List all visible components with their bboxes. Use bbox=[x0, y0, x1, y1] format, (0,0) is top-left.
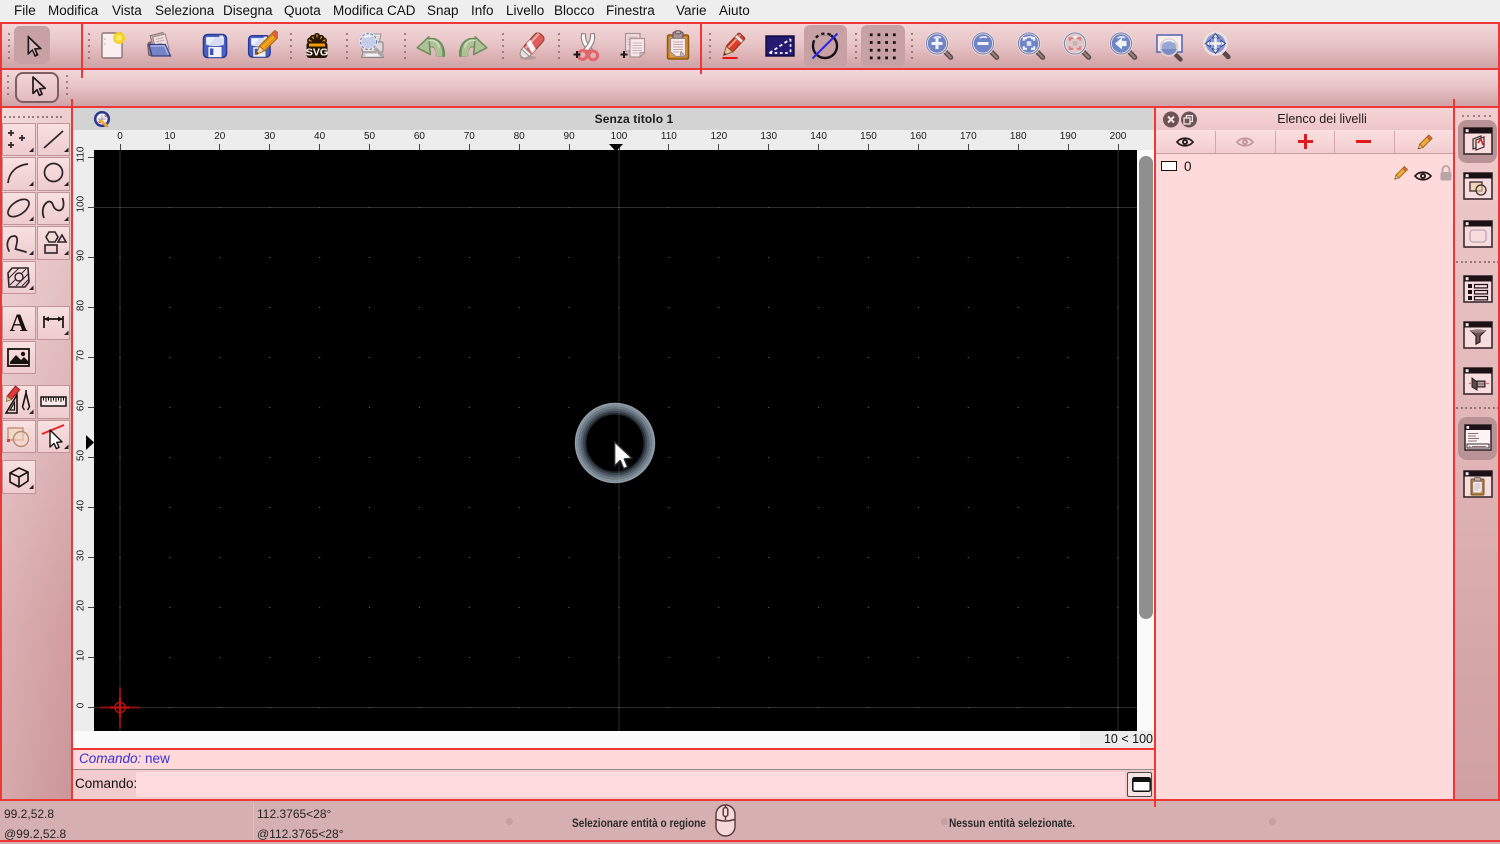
svg-text:A: A bbox=[9, 310, 27, 337]
svg-text:SVG: SVG bbox=[306, 47, 328, 59]
